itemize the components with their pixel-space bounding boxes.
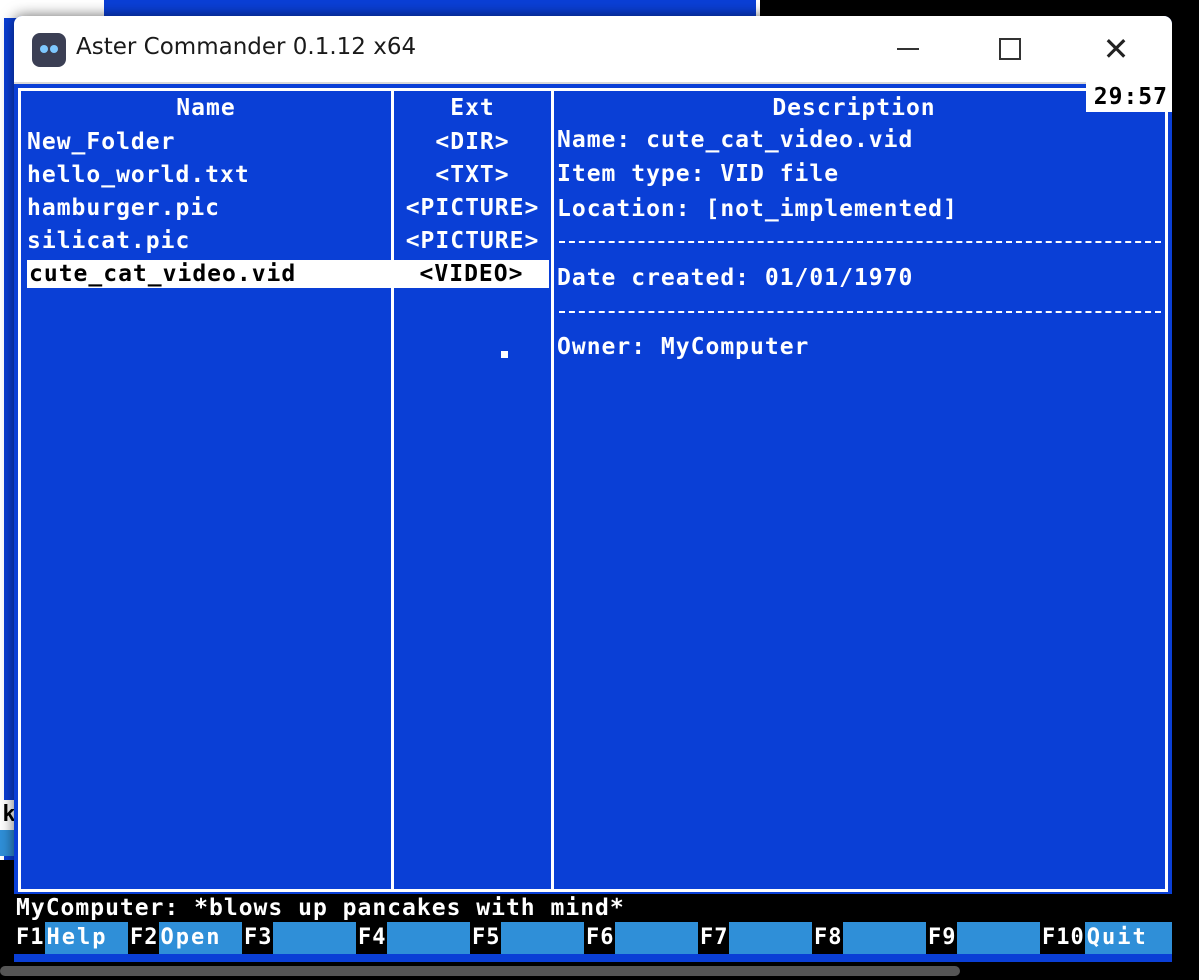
fkey-label <box>386 922 470 954</box>
file-row-name[interactable]: hello_world.txt <box>27 161 389 189</box>
column-header-name[interactable]: Name <box>21 95 391 121</box>
status-message: MyComputer: *blows up pancakes with mind… <box>14 894 1172 922</box>
minimize-button[interactable] <box>858 16 958 82</box>
fkey-label <box>272 922 356 954</box>
godot-app-icon <box>32 33 66 67</box>
fkey-f3[interactable]: F3 <box>242 922 356 954</box>
fkey-label <box>728 922 812 954</box>
description-separator <box>559 311 1161 313</box>
file-row-name[interactable]: New_Folder <box>27 128 389 156</box>
description-separator <box>559 241 1161 243</box>
fkey-number: F3 <box>242 922 273 954</box>
description-item-type: Item type: VID file <box>557 161 840 187</box>
minimize-icon <box>897 48 919 50</box>
fkey-f5[interactable]: F5 <box>470 922 584 954</box>
fkey-f8[interactable]: F8 <box>812 922 926 954</box>
file-row-name[interactable]: hamburger.pic <box>27 194 389 222</box>
fkey-f2-open[interactable]: F2 Open <box>128 922 242 954</box>
fkey-label <box>614 922 698 954</box>
description-date-created: Date created: 01/01/1970 <box>557 265 914 291</box>
fkey-f6[interactable]: F6 <box>584 922 698 954</box>
column-divider-ext-desc <box>551 91 554 889</box>
fkey-number: F9 <box>926 922 957 954</box>
maximize-icon <box>999 38 1021 60</box>
background-fragment-bar <box>0 830 14 856</box>
file-row-ext[interactable]: <PICTURE> <box>394 227 551 255</box>
fkey-label: Open <box>158 922 242 954</box>
description-location: Location: [not_implemented] <box>557 196 958 222</box>
fkey-number: F1 <box>14 922 45 954</box>
title-bar[interactable]: Aster Commander 0.1.12 x64 ✕ <box>14 16 1172 84</box>
app-icon-right-eye <box>50 45 58 53</box>
file-row-name-selected[interactable]: cute_cat_video.vid <box>27 260 391 288</box>
file-row-ext[interactable]: <TXT> <box>394 161 551 189</box>
window-title: Aster Commander 0.1.12 x64 <box>76 34 417 60</box>
clock-display: 29:57 <box>1086 82 1172 112</box>
maximize-button[interactable] <box>960 16 1060 82</box>
file-row-ext[interactable]: <PICTURE> <box>394 194 551 222</box>
close-button[interactable]: ✕ <box>1066 16 1166 82</box>
fkey-f4[interactable]: F4 <box>356 922 470 954</box>
fkey-label: Quit <box>1084 922 1172 954</box>
file-panel: Name Ext Description New_Folder <DIR> he… <box>18 88 1168 892</box>
app-icon-left-eye <box>40 45 48 53</box>
description-owner: Owner: MyComputer <box>557 334 810 360</box>
fkey-number: F4 <box>356 922 387 954</box>
description-name: Name: cute_cat_video.vid <box>557 127 914 153</box>
fkey-label: Help <box>44 922 128 954</box>
close-icon: ✕ <box>1102 30 1130 68</box>
function-key-bar: F1 Help F2 Open F3 F4 F5 F6 F7 F8 F9 F10… <box>14 922 1172 954</box>
fkey-number: F6 <box>584 922 615 954</box>
fkey-number: F7 <box>698 922 729 954</box>
fkey-number: F2 <box>128 922 159 954</box>
column-header-ext[interactable]: Ext <box>394 95 551 121</box>
fkey-f1-help[interactable]: F1 Help <box>14 922 128 954</box>
fkey-label <box>956 922 1040 954</box>
fkey-f9[interactable]: F9 <box>926 922 1040 954</box>
app-window: Aster Commander 0.1.12 x64 ✕ Name Ext De… <box>14 16 1172 962</box>
fkey-number: F8 <box>812 922 843 954</box>
fkey-f7[interactable]: F7 <box>698 922 812 954</box>
fkey-number: F5 <box>470 922 501 954</box>
file-row-ext-selected[interactable]: <VIDEO> <box>394 260 549 288</box>
file-row-name[interactable]: silicat.pic <box>27 227 389 255</box>
fkey-label <box>500 922 584 954</box>
file-row-ext[interactable]: <DIR> <box>394 128 551 156</box>
fkey-number: F10 <box>1040 922 1085 954</box>
mouse-cursor-dot <box>501 351 508 358</box>
horizontal-scrollbar[interactable] <box>0 966 960 976</box>
fkey-label <box>842 922 926 954</box>
fkey-f10-quit[interactable]: F10 Quit <box>1040 922 1172 954</box>
column-header-description[interactable]: Description <box>554 95 1154 121</box>
